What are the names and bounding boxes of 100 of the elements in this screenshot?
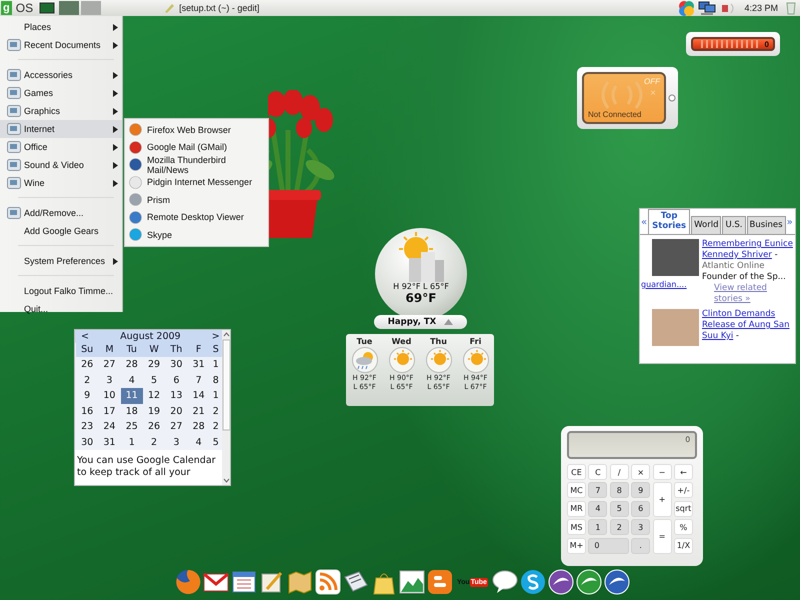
menu-item[interactable]: Office xyxy=(0,138,122,156)
menu-item[interactable]: Games xyxy=(0,84,122,102)
headline-link[interactable]: Remembering Eunice Kennedy Shriver - xyxy=(702,239,793,261)
day-cell[interactable]: 5 xyxy=(142,372,166,388)
terminal-icon[interactable] xyxy=(39,2,56,14)
calculator-key[interactable]: 1 xyxy=(588,519,608,536)
day-cell[interactable]: 2 xyxy=(210,419,222,434)
day-cell[interactable]: 3 xyxy=(98,372,121,388)
calculator-key[interactable]: = xyxy=(652,519,672,554)
day-cell[interactable]: 14 xyxy=(187,388,210,404)
day-cell[interactable]: 27 xyxy=(98,357,121,372)
knob-icon[interactable] xyxy=(668,94,676,102)
menu-item[interactable]: System Preferences xyxy=(0,252,122,270)
menu-item[interactable]: Sound & Video xyxy=(0,156,122,174)
calculator-key[interactable]: . xyxy=(631,538,650,554)
calculator-key[interactable]: M+ xyxy=(567,538,586,554)
photo-source-link[interactable]: guardian.... xyxy=(641,279,699,290)
menu-item[interactable]: Logout Falko Timme... xyxy=(0,282,122,300)
logo-text[interactable]: OS xyxy=(16,1,34,15)
menu-item[interactable]: Google Mail (GMail) xyxy=(125,138,268,156)
calculator-key[interactable]: MC xyxy=(567,482,586,498)
calculator-key[interactable]: C xyxy=(588,464,608,480)
day-cell[interactable]: 20 xyxy=(165,404,188,419)
calculator-key[interactable]: MS xyxy=(567,519,586,536)
window-title[interactable]: [setup.txt (~) - gedit] xyxy=(179,3,260,13)
menu-item[interactable]: Remote Desktop Viewer xyxy=(125,208,268,226)
calculator-key[interactable]: 7 xyxy=(588,482,608,498)
calculator-key[interactable]: ← xyxy=(674,464,693,480)
day-cell[interactable]: 28 xyxy=(120,357,143,372)
day-cell[interactable]: 19 xyxy=(142,404,166,419)
day-cell[interactable]: 31 xyxy=(187,357,210,372)
next-tab-arrow[interactable]: » xyxy=(786,216,793,228)
day-cell[interactable]: 25 xyxy=(120,419,143,434)
location-bar[interactable]: Happy, TX xyxy=(374,315,467,329)
day-cell[interactable]: 27 xyxy=(165,419,188,434)
news-tab[interactable]: Top Stories xyxy=(648,209,690,234)
day-cell[interactable]: 4 xyxy=(187,434,210,450)
calculator-key[interactable]: +/- xyxy=(674,482,693,498)
news-tab[interactable]: Busines xyxy=(746,216,786,234)
day-cell[interactable]: 11 xyxy=(120,388,143,404)
calculator-key[interactable]: 0 xyxy=(588,538,629,554)
notepad-icon[interactable] xyxy=(259,569,285,595)
calculator-key[interactable]: 6 xyxy=(631,500,650,517)
menu-item[interactable]: Internet xyxy=(0,120,122,138)
day-cell[interactable]: 1 xyxy=(210,357,222,372)
day-cell[interactable]: 23 xyxy=(76,419,98,434)
menu-item[interactable]: Firefox Web Browser xyxy=(125,121,268,138)
day-cell[interactable]: 17 xyxy=(98,404,121,419)
news-tab[interactable]: World xyxy=(691,216,722,234)
scrollbar[interactable] xyxy=(222,330,230,485)
calculator-key[interactable]: MR xyxy=(567,500,586,517)
network-icon[interactable] xyxy=(698,0,716,16)
day-cell[interactable]: 10 xyxy=(98,388,121,404)
calculator-key[interactable]: sqrt xyxy=(674,500,693,517)
day-cell[interactable]: 8 xyxy=(210,372,222,388)
rss-icon[interactable] xyxy=(315,569,341,595)
day-cell[interactable]: 13 xyxy=(165,388,188,404)
day-cell[interactable]: 16 xyxy=(76,404,98,419)
next-month-button[interactable]: > xyxy=(212,331,220,343)
calculator-key[interactable]: 2 xyxy=(610,519,629,536)
calculator-key[interactable]: 5 xyxy=(610,500,629,517)
calculator-key[interactable]: 3 xyxy=(631,519,650,536)
calendar-icon[interactable] xyxy=(231,569,257,595)
day-cell[interactable]: 26 xyxy=(142,419,166,434)
news-tab[interactable]: U.S. xyxy=(722,216,746,234)
menu-item[interactable]: Mozilla Thunderbird Mail/News xyxy=(125,156,268,174)
day-cell[interactable]: 2 xyxy=(142,434,166,450)
calculator-key[interactable]: % xyxy=(674,519,693,536)
menu-item[interactable]: Recent Documents xyxy=(0,36,122,54)
day-cell[interactable]: 3 xyxy=(165,434,188,450)
day-cell[interactable]: 2 xyxy=(76,372,98,388)
calculator-key[interactable]: − xyxy=(652,464,672,480)
menu-item[interactable]: Quit... xyxy=(0,300,122,318)
menu-item[interactable]: Pidgin Internet Messenger xyxy=(125,174,268,191)
calculator-key[interactable]: 4 xyxy=(588,500,608,517)
menu-item[interactable]: Wine xyxy=(0,174,122,192)
calculator-key[interactable]: × xyxy=(631,464,650,480)
day-cell[interactable]: 21 xyxy=(187,404,210,419)
menu-item[interactable]: Prism xyxy=(125,191,268,208)
headline-link[interactable]: Clinton Demands Release of Aung San Suu Kyi - xyxy=(702,309,793,342)
menu-item[interactable]: Places xyxy=(0,18,122,36)
day-cell[interactable]: 28 xyxy=(187,419,210,434)
day-cell[interactable]: 2 xyxy=(210,404,222,419)
menu-item[interactable]: Skype xyxy=(125,226,268,244)
speaker-icon[interactable] xyxy=(720,1,736,15)
calculator-key[interactable]: / xyxy=(610,464,629,480)
day-cell[interactable]: 12 xyxy=(142,388,166,404)
workspace-switcher-icon[interactable] xyxy=(59,1,104,15)
map-icon[interactable] xyxy=(287,569,313,595)
day-cell[interactable]: 7 xyxy=(187,372,210,388)
day-cell[interactable]: 5 xyxy=(210,434,222,450)
day-cell[interactable]: 31 xyxy=(98,434,121,450)
day-cell[interactable]: 30 xyxy=(165,357,188,372)
speech-bubble-icon[interactable] xyxy=(492,569,518,595)
calculator-key[interactable]: 8 xyxy=(610,482,629,498)
clock[interactable]: 4:23 PM xyxy=(744,3,778,13)
menu-item[interactable]: Add Google Gears xyxy=(0,222,122,240)
calculator-key[interactable]: 1/X xyxy=(674,538,693,554)
menu-item[interactable]: Add/Remove... xyxy=(0,204,122,222)
day-cell[interactable]: 6 xyxy=(165,372,188,388)
